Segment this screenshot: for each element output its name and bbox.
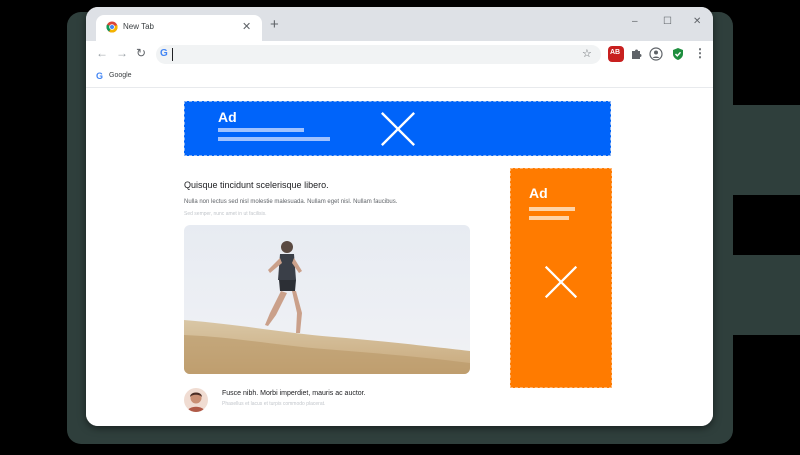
ad-placeholder-line	[218, 137, 330, 141]
maximize-button[interactable]: ☐	[663, 16, 672, 28]
menu-icon[interactable]: ⋮	[694, 46, 706, 60]
author-avatar	[184, 388, 208, 412]
adblock-label: AB	[610, 49, 621, 56]
puzzle-icon[interactable]	[628, 46, 644, 62]
close-window-button[interactable]: ✕	[693, 16, 701, 28]
author-caption-sub: Phasellus et lacus et turpis commodo pla…	[222, 401, 326, 407]
reload-button[interactable]: ↻	[136, 46, 146, 60]
google-icon: G	[160, 48, 168, 59]
background-shadow-right-lower	[713, 255, 800, 335]
profile-icon[interactable]	[648, 46, 664, 62]
shield-check-icon[interactable]	[670, 46, 686, 62]
author-caption: Fusce nibh. Morbi imperdiet, mauris ac a…	[222, 390, 366, 397]
ad-label: Ad	[529, 185, 548, 201]
tab-new-tab[interactable]: New Tab ✕	[96, 15, 262, 41]
bookmark-star-icon[interactable]: ☆	[582, 47, 592, 60]
article-body: Nulla non lectus sed nisl molestie males…	[184, 199, 398, 205]
article-meta: Sed semper, nunc amet in ut facilisis.	[184, 211, 267, 217]
ad-placeholder-line	[529, 216, 569, 220]
address-input[interactable]	[172, 48, 573, 61]
adblock-icon[interactable]: AB	[608, 46, 624, 62]
ad-banner-side[interactable]: Ad	[510, 168, 612, 388]
ad-placeholder-line	[218, 128, 304, 132]
article-headline: Quisque tincidunt scelerisque libero.	[184, 180, 329, 190]
tab-strip: New Tab ✕ + – ☐ ✕	[86, 7, 713, 41]
minimize-button[interactable]: –	[632, 16, 638, 28]
omnibox[interactable]: G ☆	[156, 45, 601, 64]
tab-title: New Tab	[123, 22, 154, 31]
chrome-logo-icon	[106, 21, 118, 33]
ad-placeholder-line	[529, 207, 575, 211]
bookmark-google[interactable]: Google	[109, 72, 132, 79]
ad-label: Ad	[218, 109, 237, 125]
new-tab-button[interactable]: +	[270, 17, 279, 33]
forward-button[interactable]: →	[116, 46, 128, 60]
blocked-x-icon	[381, 112, 415, 146]
back-button[interactable]: ←	[96, 46, 108, 60]
runner-photo	[184, 225, 470, 374]
background-shadow-right	[713, 105, 800, 195]
blocked-x-icon	[544, 265, 578, 299]
close-icon[interactable]: ✕	[242, 20, 251, 34]
ad-banner-top[interactable]: Ad	[184, 101, 611, 156]
google-icon: G	[96, 71, 104, 81]
page-content: Ad Quisque tincidunt scelerisque libero.…	[86, 88, 713, 426]
toolbar: ← → ↻ G ☆ AB ⋮	[86, 41, 713, 67]
bookmarks-bar: G Google	[86, 67, 713, 88]
browser-window: New Tab ✕ + – ☐ ✕ ← → ↻ G ☆ AB ⋮ G Googl…	[86, 7, 713, 426]
